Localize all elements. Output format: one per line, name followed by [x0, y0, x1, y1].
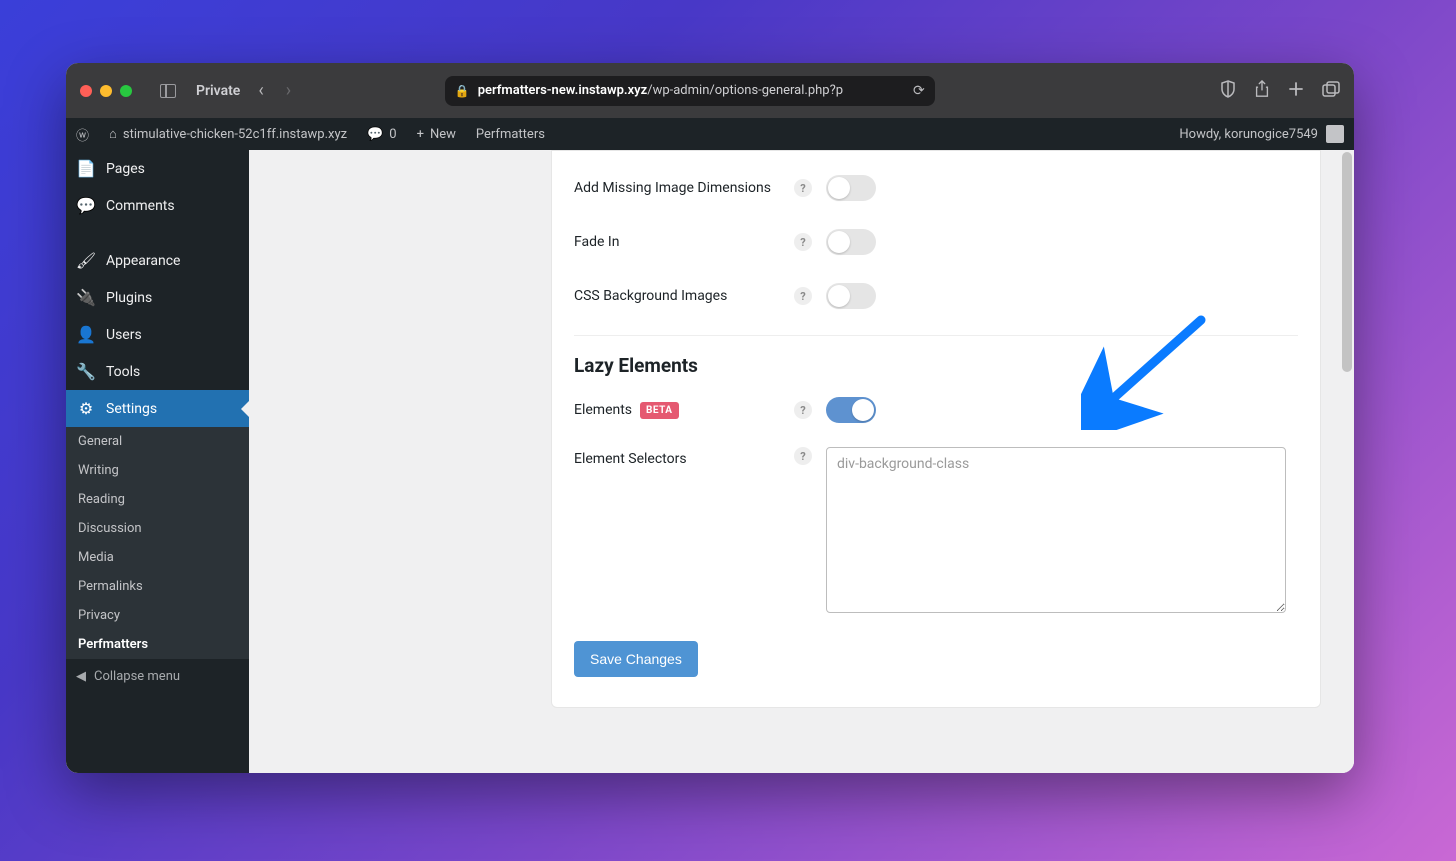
wordpress-icon: ⓦ [76, 125, 89, 144]
submenu-permalinks[interactable]: Permalinks [66, 572, 249, 601]
site-name-label: stimulative-chicken-52c1ff.instawp.xyz [123, 127, 347, 142]
collapse-menu-button[interactable]: ◀ Collapse menu [66, 659, 249, 694]
users-icon: 👤 [76, 325, 96, 344]
setting-label: Add Missing Image Dimensions [574, 180, 794, 196]
setting-element-selectors: Element Selectors ? [574, 437, 1298, 623]
close-window-button[interactable] [80, 85, 92, 97]
sidebar-item-settings[interactable]: ⚙ Settings [66, 390, 249, 427]
help-icon[interactable]: ? [794, 233, 812, 251]
toggle-fade-in[interactable] [826, 229, 876, 255]
submenu-general[interactable]: General [66, 427, 249, 456]
share-icon[interactable] [1254, 80, 1270, 102]
pages-icon: 📄 [76, 159, 96, 178]
sidebar-item-comments[interactable]: 💬 Comments [66, 187, 249, 224]
sidebar-item-appearance[interactable]: 🖌 Appearance [66, 242, 249, 279]
beta-badge: BETA [640, 402, 679, 419]
perfmatters-menu-label: Perfmatters [476, 127, 545, 142]
wp-logo-menu[interactable]: ⓦ [66, 118, 99, 150]
reload-icon[interactable]: ⟳ [913, 83, 925, 99]
settings-icon: ⚙ [76, 399, 96, 418]
help-icon[interactable]: ? [794, 179, 812, 197]
sidebar-item-users[interactable]: 👤 Users [66, 316, 249, 353]
lock-icon: 🔒 [455, 84, 470, 98]
submenu-writing[interactable]: Writing [66, 456, 249, 485]
new-content-menu[interactable]: + New [407, 118, 466, 150]
sidebar-item-tools[interactable]: 🔧 Tools [66, 353, 249, 390]
nav-back-icon[interactable]: ‹ [254, 80, 267, 101]
url-text: perfmatters-new.instawp.xyz/wp-admin/opt… [478, 83, 843, 98]
browser-titlebar: Private ‹ › 🔒 perfmatters-new.instawp.xy… [66, 63, 1354, 118]
home-icon: ⌂ [109, 126, 117, 142]
howdy-text: Howdy, korunogice7549 [1179, 127, 1318, 142]
nav-forward-icon: › [282, 80, 295, 101]
setting-label: CSS Background Images [574, 288, 794, 304]
sidebar-item-label: Users [106, 327, 142, 343]
submenu-media[interactable]: Media [66, 543, 249, 572]
setting-add-missing-dimensions: Add Missing Image Dimensions ? [574, 161, 1298, 215]
setting-elements: Elements BETA ? [574, 383, 1298, 437]
comment-icon: 💬 [367, 127, 383, 142]
appearance-icon: 🖌 [76, 251, 96, 270]
sidebar-item-label: Settings [106, 401, 157, 417]
plus-icon: + [417, 127, 424, 142]
admin-sidebar: 📄 Pages 💬 Comments 🖌 Appearance 🔌 Plugin… [66, 150, 249, 773]
new-tab-icon[interactable] [1288, 81, 1304, 101]
element-selectors-textarea[interactable] [826, 447, 1286, 613]
private-label: Private [196, 83, 240, 99]
traffic-lights [80, 85, 132, 97]
submenu-privacy[interactable]: Privacy [66, 601, 249, 630]
save-changes-button[interactable]: Save Changes [574, 641, 698, 677]
help-icon[interactable]: ? [794, 401, 812, 419]
elements-label: Elements [574, 402, 632, 418]
maximize-window-button[interactable] [120, 85, 132, 97]
new-content-label: New [430, 127, 456, 142]
collapse-label: Collapse menu [94, 669, 180, 684]
minimize-window-button[interactable] [100, 85, 112, 97]
sidebar-item-pages[interactable]: 📄 Pages [66, 150, 249, 187]
toggle-elements[interactable] [826, 397, 876, 423]
collapse-icon: ◀ [76, 669, 86, 684]
address-bar[interactable]: 🔒 perfmatters-new.instawp.xyz/wp-admin/o… [445, 76, 935, 106]
settings-card: Add Missing Image Dimensions ? Fade In ?… [551, 150, 1321, 708]
comments-menu[interactable]: 💬 0 [357, 118, 407, 150]
submenu-discussion[interactable]: Discussion [66, 514, 249, 543]
comment-count: 0 [389, 127, 396, 142]
plugins-icon: 🔌 [76, 288, 96, 307]
tab-overview-icon[interactable] [1322, 81, 1340, 101]
sidebar-item-plugins[interactable]: 🔌 Plugins [66, 279, 249, 316]
setting-label: Elements BETA [574, 402, 794, 419]
shield-icon[interactable] [1220, 80, 1236, 102]
site-name-menu[interactable]: ⌂ stimulative-chicken-52c1ff.instawp.xyz [99, 118, 357, 150]
main-content: Add Missing Image Dimensions ? Fade In ?… [249, 150, 1354, 773]
sidebar-item-label: Plugins [106, 290, 152, 306]
submenu-perfmatters[interactable]: Perfmatters [66, 630, 249, 659]
setting-fade-in: Fade In ? [574, 215, 1298, 269]
setting-css-background-images: CSS Background Images ? [574, 269, 1298, 323]
account-menu[interactable]: Howdy, korunogice7549 [1179, 125, 1354, 143]
toggle-add-missing-dimensions[interactable] [826, 175, 876, 201]
content-wrap: 📄 Pages 💬 Comments 🖌 Appearance 🔌 Plugin… [66, 150, 1354, 773]
setting-label: Element Selectors [574, 447, 794, 467]
sidebar-item-label: Appearance [106, 253, 180, 269]
sidebar-item-label: Pages [106, 161, 145, 177]
lazy-elements-heading: Lazy Elements [574, 354, 1298, 377]
avatar [1326, 125, 1344, 143]
browser-window: Private ‹ › 🔒 perfmatters-new.instawp.xy… [66, 63, 1354, 773]
scrollbar-thumb[interactable] [1342, 152, 1352, 372]
setting-label: Fade In [574, 234, 794, 250]
perfmatters-menu[interactable]: Perfmatters [466, 118, 555, 150]
tools-icon: 🔧 [76, 362, 96, 381]
comments-icon: 💬 [76, 196, 96, 215]
settings-submenu: General Writing Reading Discussion Media… [66, 427, 249, 659]
submenu-reading[interactable]: Reading [66, 485, 249, 514]
help-icon[interactable]: ? [794, 447, 812, 465]
sidebar-toggle-icon[interactable] [160, 84, 176, 98]
sidebar-item-label: Tools [106, 364, 140, 380]
sidebar-item-label: Comments [106, 198, 175, 214]
toggle-css-background-images[interactable] [826, 283, 876, 309]
wp-admin-bar: ⓦ ⌂ stimulative-chicken-52c1ff.instawp.x… [66, 118, 1354, 150]
help-icon[interactable]: ? [794, 287, 812, 305]
section-divider [574, 335, 1298, 336]
